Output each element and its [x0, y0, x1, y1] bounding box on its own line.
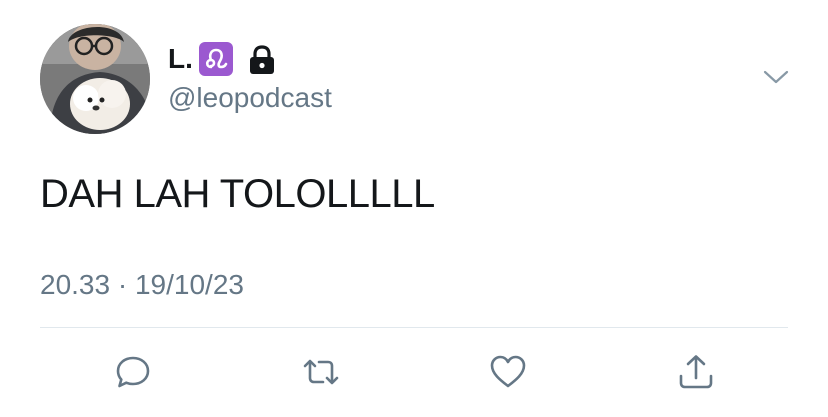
reply-button[interactable] [107, 346, 159, 398]
display-name[interactable]: L. [168, 40, 193, 78]
chevron-down-icon[interactable] [762, 66, 790, 88]
action-bar [0, 346, 828, 398]
share-icon [679, 355, 713, 389]
timestamp-separator: · [117, 269, 128, 300]
tweet-text: DAH LAH TOLOLLLLL [40, 172, 435, 216]
lock-icon [247, 42, 277, 76]
share-button[interactable] [670, 346, 722, 398]
retweet-icon [303, 359, 339, 385]
author-handle[interactable]: @leopodcast [168, 80, 332, 116]
like-button[interactable] [482, 346, 534, 398]
tweet-timestamp[interactable]: 20.33 · 19/10/23 [40, 266, 244, 304]
tweet-date: 19/10/23 [134, 269, 244, 300]
heart-icon [490, 355, 526, 388]
leo-sign-icon [198, 42, 233, 76]
divider [40, 327, 788, 328]
retweet-button[interactable] [295, 346, 347, 398]
reply-icon [116, 356, 150, 388]
tweet-card: L. @leopodcast DAH LAH TOLOLLLLL 20.33 ·… [0, 0, 828, 417]
avatar-photo [40, 24, 150, 134]
tweet-time: 20.33 [40, 269, 111, 300]
author-name-row: L. [168, 40, 277, 78]
avatar[interactable] [40, 24, 150, 134]
